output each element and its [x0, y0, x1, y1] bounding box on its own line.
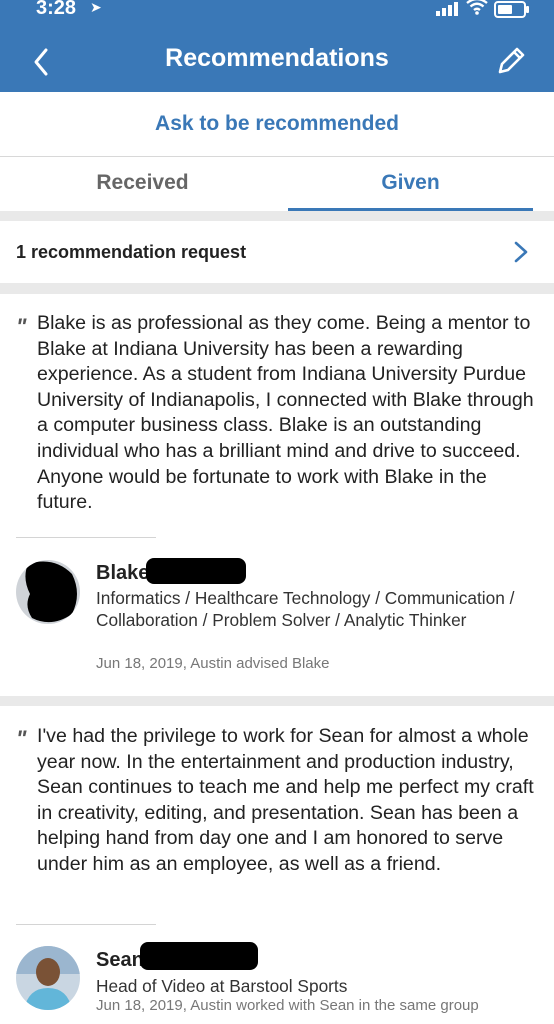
recommendation-text: I've had the privilege to work for Sean … — [37, 725, 534, 875]
recommendee-name[interactable]: Sean — [96, 949, 144, 972]
quote-icon: " — [16, 314, 27, 339]
recommendation-meta: Jun 18, 2019, Austin worked with Sean in… — [96, 997, 479, 1014]
wifi-icon — [466, 0, 488, 20]
page-title: Recommendations — [165, 44, 389, 72]
recommendation-card: " I've had the privilege to work for Sea… — [0, 706, 554, 1024]
request-label: 1 recommendation request — [16, 242, 247, 262]
name-redaction — [146, 558, 246, 584]
edit-button[interactable] — [494, 44, 528, 78]
chevron-right-icon — [514, 241, 528, 263]
battery-icon — [494, 1, 529, 18]
recommendation-meta: Jun 18, 2019, Austin advised Blake — [96, 655, 330, 672]
location-arrow-icon: ➤ — [90, 0, 102, 15]
tab-bar: Received Given — [0, 157, 554, 211]
tab-received[interactable]: Received — [20, 157, 265, 211]
edit-pencil-icon — [498, 47, 525, 74]
recommendation-text: Blake is as professional as they come. B… — [37, 312, 534, 514]
status-time: 3:28 — [36, 0, 77, 19]
top-bar: 3:28 ➤ Recommendations — [0, 0, 554, 92]
recommendee-name[interactable]: Blake — [96, 562, 149, 585]
tab-given[interactable]: Given — [288, 157, 533, 211]
recommendation-card: " Blake is as professional as they come.… — [0, 294, 554, 696]
recommendation-request-row[interactable]: 1 recommendation request — [0, 221, 554, 283]
avatar[interactable] — [16, 560, 80, 624]
ask-to-be-recommended-link[interactable]: Ask to be recommended — [0, 92, 554, 157]
signal-icon — [436, 2, 458, 16]
recommendee-headline: Informatics / Healthcare Technology / Co… — [96, 588, 515, 630]
recommendee-headline: Head of Video at Barstool Sports — [96, 976, 348, 996]
status-bar: 3:28 ➤ — [0, 0, 554, 22]
name-redaction — [140, 942, 258, 970]
divider — [16, 537, 156, 538]
divider — [16, 924, 156, 925]
avatar[interactable] — [16, 946, 80, 1010]
quote-icon: " — [16, 726, 27, 751]
